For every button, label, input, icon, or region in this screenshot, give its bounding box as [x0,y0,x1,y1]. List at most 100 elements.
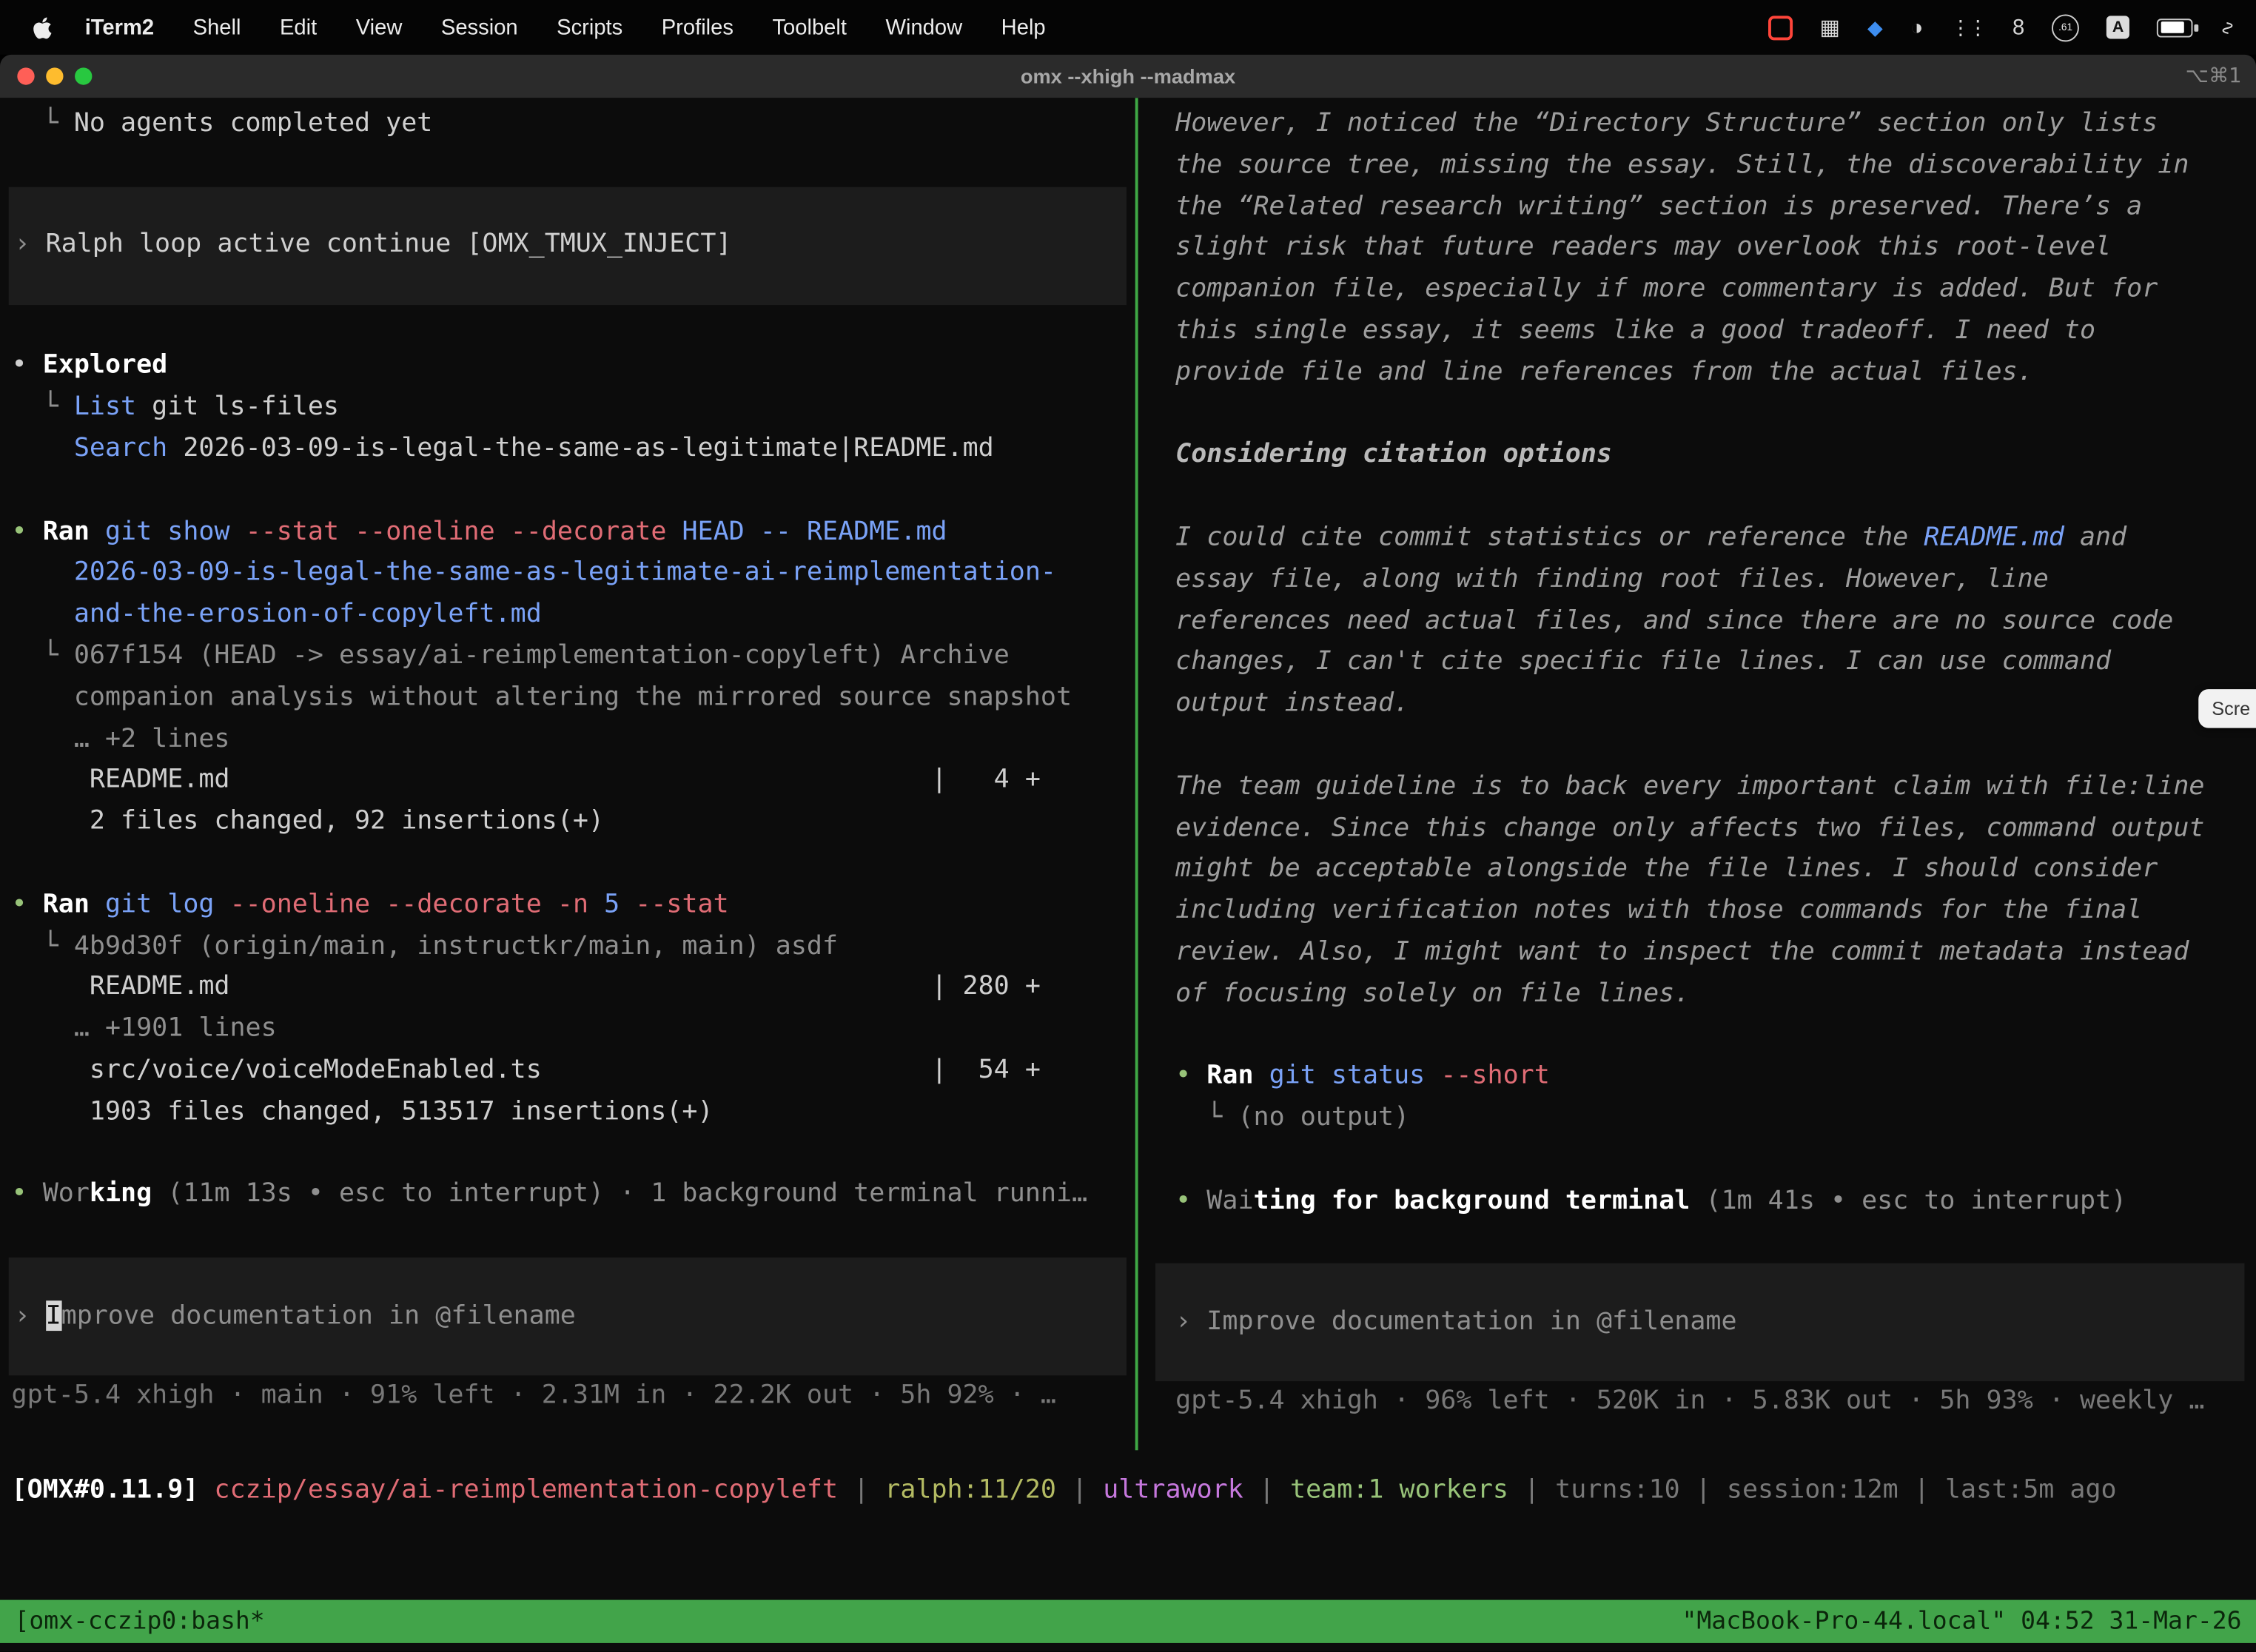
text-segment: review. Also, I might want to inspect th… [1175,936,2189,967]
screen-recording-icon[interactable] [1767,15,1792,39]
blank-line [1175,394,2256,435]
terminal-line: companion analysis without altering the … [12,677,1135,719]
text-segment: List [74,392,136,422]
terminal-line: essay file, along with finding root file… [1175,560,2256,601]
terminal-line: Search 2026-03-09-is-legal-the-same-as-l… [12,429,1135,470]
text-segment: companion analysis without altering the … [12,682,1072,712]
text-segment: slight risk that future readers may over… [1175,232,2111,263]
text-segment: (11m 13s • esc to interrupt) · 1 backgro… [152,1179,1087,1209]
wave-icon[interactable]: ∿ [2219,19,2237,35]
terminal: └ No agents completed yet› Ralph loop ac… [0,98,2256,1651]
input-source-icon[interactable]: A [2106,16,2129,38]
blue-app-icon[interactable]: ◆ [1867,17,1883,37]
text-segment: this single essay, it seems like a good … [1175,315,2095,346]
terminal-line: might be acceptable alongside the file l… [1175,850,2256,891]
text-segment: | [1680,1474,1727,1505]
keypad-icon[interactable]: 8 [2012,16,2024,38]
text-segment: Ran [43,889,105,919]
text-segment: provide file and line references from th… [1175,357,2033,387]
text-segment: gpt-5.4 xhigh · 96% left · 520K in · 5.8… [1175,1386,2204,1417]
blank-line [1175,1015,2256,1056]
text-segment: the “Related research writing” section i… [1175,191,2142,221]
menu-edit[interactable]: Edit [280,15,317,39]
text-segment: • [12,1179,43,1209]
terminal-line: changes, I can't cite specific file line… [1175,642,2256,684]
text-segment: › [1175,1306,1206,1337]
terminal-line: The team guideline is to back every impo… [1175,767,2256,808]
menu-profiles[interactable]: Profiles [662,15,733,39]
tmux-panes: └ No agents completed yet› Ralph loop ac… [0,98,2256,1450]
menu-session[interactable]: Session [441,15,518,39]
text-segment: companion file, especially if more comme… [1175,274,2158,304]
text-segment: 2026-03-09-is-legal-the-same-as-legitima… [74,557,1056,588]
terminal-line: 2026-03-09-is-legal-the-same-as-legitima… [12,553,1135,594]
terminal-line: └ No agents completed yet [12,104,1135,145]
blank-line [1175,1139,2256,1181]
battery-tip [2195,24,2198,31]
screen-share-tooltip[interactable]: Scre [2199,689,2256,728]
moon-icon[interactable]: ◑ [1910,16,1924,38]
gauge-icon[interactable]: .61 [2052,13,2079,41]
omx-status-bar: [OMX#0.11.9] cczip/essay/ai-reimplementa… [0,1450,2256,1528]
text-segment: HEAD -- README.md [682,516,947,546]
terminal-line: 1903 files changed, 513517 insertions(+) [12,1092,1135,1133]
text-segment: › [14,229,45,259]
text-segment: git show [105,516,246,546]
menu-toolbelt[interactable]: Toolbelt [772,15,847,39]
text-segment: Search [74,433,167,463]
text-segment: 067f154 (HEAD -> essay/ai-reimplementati… [74,640,1010,671]
text-segment: └ [1175,1102,1238,1132]
tmux-status-bar: [omx-cczip0:bash* "MacBook-Pro-44.local"… [0,1600,2256,1643]
text-segment: and-the-erosion-of-copyleft.md [74,599,542,629]
blank-line [12,145,1135,187]
text-segment: turns:10 [1555,1474,1680,1505]
text-segment: └ [12,930,74,961]
text-segment: I could cite commit statistics or refere… [1175,523,1924,553]
text-segment: 5 [604,889,635,919]
gauge-value: .61 [2058,22,2072,33]
text-segment: Explored [43,350,168,380]
minimize-button[interactable] [46,67,63,84]
menu-iterm2[interactable]: iTerm2 [85,15,154,39]
text-segment: king [90,1179,152,1209]
grid-icon[interactable]: ▦ [1819,16,1840,38]
menu-view[interactable]: View [356,15,403,39]
text-segment: 2026-03-09-is-legal-the-same-as-legitima… [167,433,993,463]
battery-icon[interactable] [2157,18,2193,36]
text-segment: Improve documentation in @filename [1206,1306,1736,1337]
menu-shell[interactable]: Shell [193,15,241,39]
terminal-line: README.md | 4 + [12,760,1135,802]
text-segment: -n [557,889,604,919]
zoom-button[interactable] [75,67,92,84]
terminal-line: I could cite commit statistics or refere… [1175,518,2256,560]
text-segment: git log [105,889,230,919]
menu-scripts[interactable]: Scripts [557,15,622,39]
right-terminal-pane[interactable]: However, I noticed the “Directory Struct… [1138,98,2256,1450]
apple-menu-icon[interactable] [32,15,53,39]
text-segment: | [1056,1474,1103,1505]
text-segment: mprove documentation in @filename [61,1300,576,1330]
terminal-line: • Explored [12,346,1135,387]
window-titlebar[interactable]: omx --xhigh --madmax ⌥⌘1 [0,55,2256,98]
prompt-input[interactable]: › Improve documentation in @filename [1155,1263,2245,1381]
menu-window[interactable]: Window [885,15,962,39]
text-segment: (1m 41s • esc to interrupt) [1690,1185,2126,1215]
text-segment: --stat [635,889,728,919]
terminal-line: 2 files changed, 92 insertions(+) [12,802,1135,843]
close-button[interactable] [17,67,34,84]
blank-line [12,1133,1135,1175]
prompt-input[interactable]: › Improve documentation in @filename [9,1258,1127,1375]
macos-menu-bar: iTerm2 Shell Edit View Session Scripts Profile… [0,0,2256,55]
terminal-line: and-the-erosion-of-copyleft.md [12,594,1135,636]
terminal-line: • Waiting for background terminal (1m 41… [1175,1181,2256,1222]
terminal-line: provide file and line references from th… [1175,352,2256,394]
text-segment: might be acceptable alongside the file l… [1175,853,2158,884]
dots-grid-icon[interactable]: ⋮⋮ [1950,17,1985,37]
text-segment: 4b9d30f (origin/main, instructkr/main, m… [74,930,838,961]
app-menus: iTerm2 Shell Edit View Session Scripts Profile… [85,15,1046,39]
left-terminal-pane[interactable]: └ No agents completed yet› Ralph loop ac… [0,98,1135,1450]
terminal-line: README.md | 280 + [12,967,1135,1009]
menu-help[interactable]: Help [1001,15,1046,39]
text-segment: Ran [1206,1061,1269,1091]
text-segment: └ [12,108,74,138]
